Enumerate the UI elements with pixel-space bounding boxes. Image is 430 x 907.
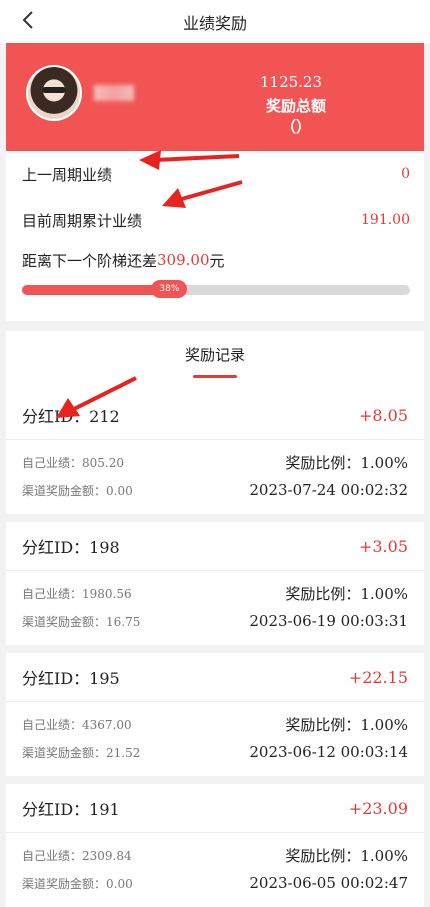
channel-reward: 渠道奖励金额：0.00 — [22, 483, 133, 498]
record-amount: +23.09 — [348, 798, 408, 818]
record-header: 分红ID：191 +23.09 — [6, 784, 424, 833]
reward-ratio: 奖励比例：1.00% — [285, 715, 408, 734]
current-period-row: 目前周期累计业绩 191.00 — [22, 197, 410, 243]
next-tier-text: 距离下一个阶梯还差 309.00 元 — [22, 243, 410, 277]
record-amount: +8.05 — [358, 405, 408, 425]
channel-reward: 渠道奖励金额：16.75 — [22, 614, 141, 629]
record-list: 分红ID：212 +8.05 自己业绩：805.20 奖励比例：1.00% 渠道… — [6, 391, 424, 907]
record-id: 分红ID：191 — [22, 800, 120, 819]
total-label: 奖励总额（） — [266, 97, 327, 136]
record-body: 自己业绩：805.20 奖励比例：1.00% 渠道奖励金额：0.00 2023-… — [6, 440, 424, 514]
record-item[interactable]: 分红ID：195 +22.15 自己业绩：4367.00 奖励比例：1.00% … — [6, 645, 424, 776]
reward-records: 奖励记录 分红ID：212 +8.05 自己业绩：805.20 奖励比例：1.0… — [6, 331, 424, 907]
own-performance: 自己业绩：4367.00 — [22, 717, 132, 732]
record-header: 分红ID：195 +22.15 — [6, 653, 424, 702]
last-period-row: 上一周期业绩 0 — [22, 151, 410, 197]
current-period-label: 目前周期累计业绩 — [22, 211, 143, 230]
back-button[interactable] — [16, 8, 40, 32]
ladder-suffix: 元 — [209, 251, 225, 270]
record-amount: +3.05 — [358, 536, 408, 556]
own-performance: 自己业绩：2309.84 — [22, 848, 132, 863]
record-amount: +22.15 — [348, 667, 408, 687]
record-time: 2023-06-05 00:02:47 — [249, 874, 408, 892]
last-period-value: 0 — [401, 166, 410, 182]
record-id: 分红ID：195 — [22, 669, 120, 688]
record-time: 2023-06-12 00:03:14 — [249, 743, 408, 761]
tab-underline — [193, 375, 237, 378]
progress-badge: 38% — [151, 280, 188, 298]
chevron-left-icon — [22, 11, 33, 29]
progress-fill — [22, 285, 170, 295]
channel-reward: 渠道奖励金额：0.00 — [22, 876, 133, 891]
record-item[interactable]: 分红ID：191 +23.09 自己业绩：2309.84 奖励比例：1.00% … — [6, 776, 424, 907]
record-time: 2023-07-24 00:02:32 — [249, 481, 408, 499]
record-body: 自己业绩：4367.00 奖励比例：1.00% 渠道奖励金额：21.52 202… — [6, 702, 424, 776]
record-body: 自己业绩：2309.84 奖励比例：1.00% 渠道奖励金额：0.00 2023… — [6, 833, 424, 907]
reward-ratio: 奖励比例：1.00% — [285, 584, 408, 603]
reward-ratio: 奖励比例：1.00% — [285, 453, 408, 472]
channel-reward: 渠道奖励金额：21.52 — [22, 745, 141, 760]
records-title: 奖励记录 — [184, 346, 245, 364]
ladder-amount: 309.00 — [157, 251, 210, 269]
stats-section: 上一周期业绩 0 目前周期累计业绩 191.00 距离下一个阶梯还差 309.00… — [6, 151, 424, 321]
nav-bar: 业绩奖励 — [0, 0, 430, 43]
current-period-value: 191.00 — [361, 212, 410, 228]
record-id: 分红ID：212 — [22, 407, 120, 426]
record-header: 分红ID：212 +8.05 — [6, 391, 424, 440]
record-time: 2023-06-19 00:03:31 — [249, 612, 408, 630]
record-header: 分红ID：198 +3.05 — [6, 522, 424, 571]
page-title: 业绩奖励 — [182, 13, 247, 33]
last-period-label: 上一周期业绩 — [22, 165, 113, 184]
tier-progress: 38% — [22, 277, 410, 321]
summary-card: 1125.23 奖励总额（） 上一周期业绩 0 目前周期累计业绩 191.00 … — [6, 43, 424, 321]
record-item[interactable]: 分红ID：198 +3.05 自己业绩：1980.56 奖励比例：1.00% 渠… — [6, 514, 424, 645]
record-body: 自己业绩：1980.56 奖励比例：1.00% 渠道奖励金额：16.75 202… — [6, 571, 424, 645]
record-item[interactable]: 分红ID：212 +8.05 自己业绩：805.20 奖励比例：1.00% 渠道… — [6, 391, 424, 514]
record-id: 分红ID：198 — [22, 538, 120, 557]
total-amount: 1125.23 — [259, 73, 323, 91]
records-tab[interactable]: 奖励记录 — [6, 331, 424, 391]
own-performance: 自己业绩：805.20 — [22, 455, 125, 470]
own-performance: 自己业绩：1980.56 — [22, 586, 132, 601]
ladder-prefix: 距离下一个阶梯还差 — [22, 251, 158, 270]
reward-hero: 1125.23 奖励总额（） — [6, 43, 424, 151]
reward-ratio: 奖励比例：1.00% — [285, 846, 408, 865]
